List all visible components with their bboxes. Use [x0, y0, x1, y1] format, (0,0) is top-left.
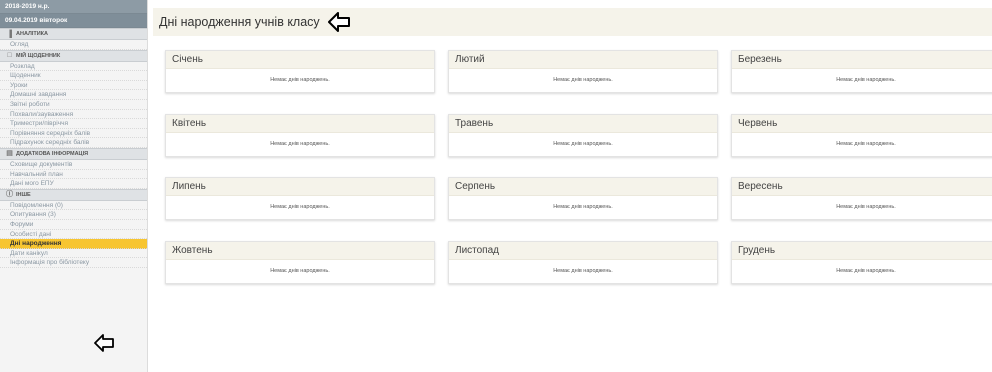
- main-content: Дні народження учнів класу Січень Немає д…: [148, 0, 992, 372]
- month-card: Березень Немає днів народжень.: [731, 50, 992, 93]
- month-card: Лютий Немає днів народжень.: [448, 50, 718, 93]
- month-title: Березень: [732, 51, 992, 69]
- month-card: Листопад Немає днів народжень.: [448, 240, 718, 284]
- empty-message: Немає днів народжень.: [270, 140, 330, 147]
- month-title: Січень: [166, 51, 434, 69]
- empty-message: Немає днів народжень.: [836, 77, 896, 83]
- sidebar-section-title: Мій щоденник: [16, 52, 61, 59]
- empty-message: Немає днів народжень.: [553, 267, 613, 274]
- sidebar-item[interactable]: Розклад: [0, 62, 147, 72]
- sidebar-section-header: ⓘ Інше: [0, 188, 147, 201]
- empty-message: Немає днів народжень.: [270, 77, 330, 83]
- sidebar-item[interactable]: Особисті дані: [0, 230, 147, 240]
- sidebar-item[interactable]: Уроки: [0, 81, 147, 91]
- sidebar-section-header: ▤ Додаткова інформація: [0, 147, 147, 160]
- month-card: Червень Немає днів народжень.: [731, 113, 992, 157]
- sidebar-item[interactable]: Звітні роботи: [0, 100, 147, 110]
- empty-message: Немає днів народжень.: [270, 204, 330, 210]
- month-title: Лютий: [449, 51, 717, 69]
- month-title: Травень: [449, 114, 717, 133]
- chart-icon: ▐: [7, 30, 12, 38]
- empty-message: Немає днів народжень.: [836, 140, 896, 147]
- school-year: 2018-2019 н.р.: [0, 0, 147, 14]
- sidebar-item[interactable]: Домашні завдання: [0, 90, 147, 100]
- sidebar-section-header: ▐ Аналітика: [0, 28, 147, 40]
- diary-icon: □: [7, 52, 12, 60]
- month-card: Травень Немає днів народжень.: [448, 113, 718, 157]
- empty-message: Немає днів народжень.: [270, 267, 330, 274]
- title-bar: Дні народження учнів класу: [153, 8, 992, 36]
- month-title: Квітень: [166, 114, 434, 133]
- sidebar-item[interactable]: Сховище документів: [0, 160, 147, 170]
- month-title: Серпень: [449, 178, 717, 196]
- sidebar-item[interactable]: Дані мого ЕПУ: [0, 179, 147, 189]
- sidebar-sections: ▐ Аналітика Огляд □ Мій щоденник Розклад Щоден…: [0, 28, 147, 268]
- arrow-pointer-icon: [327, 12, 350, 32]
- month-card: Вересень Немає днів народжень.: [731, 177, 992, 220]
- month-title: Листопад: [449, 241, 717, 260]
- sidebar: 2018-2019 н.р. 09.04.2019 вівторок ▐ Анал…: [0, 0, 148, 372]
- sidebar-item[interactable]: Похвали/зауваження: [0, 110, 147, 120]
- sidebar-item[interactable]: Дні народження: [0, 239, 147, 249]
- month-card: Квітень Немає днів народжень.: [165, 113, 435, 157]
- month-card: Жовтень Немає днів народжень.: [165, 240, 435, 284]
- month-title: Грудень: [732, 241, 992, 260]
- empty-message: Немає днів народжень.: [553, 77, 613, 83]
- sidebar-section-title: Додаткова інформація: [16, 150, 89, 157]
- arrow-pointer-icon: [94, 334, 114, 352]
- sidebar-item[interactable]: Триместри/півріччя: [0, 119, 147, 129]
- sidebar-item[interactable]: Інформація про бібліотеку: [0, 258, 147, 268]
- page-title: Дні народження учнів класу: [159, 15, 320, 29]
- month-title: Жовтень: [166, 241, 434, 260]
- sidebar-section-header: □ Мій щоденник: [0, 49, 147, 62]
- sidebar-item[interactable]: Форуми: [0, 220, 147, 230]
- sidebar-item[interactable]: Опитування (3): [0, 210, 147, 220]
- empty-message: Немає днів народжень.: [553, 140, 613, 147]
- empty-message: Немає днів народжень.: [553, 204, 613, 210]
- month-card: Грудень Немає днів народжень.: [731, 240, 992, 284]
- month-card: Серпень Немає днів народжень.: [448, 177, 718, 220]
- sidebar-item[interactable]: Порівняння середніх балів: [0, 129, 147, 139]
- month-title: Вересень: [732, 178, 992, 196]
- sidebar-section-title: Інше: [16, 191, 31, 198]
- sidebar-item[interactable]: Навчальний план: [0, 170, 147, 180]
- month-card: Січень Немає днів народжень.: [165, 50, 435, 93]
- sidebar-section-title: Аналітика: [16, 31, 49, 37]
- month-title: Липень: [166, 178, 434, 196]
- sidebar-item[interactable]: Дати канікул: [0, 249, 147, 259]
- info-icon: ⓘ: [6, 191, 13, 199]
- sidebar-item[interactable]: Повідомлення (0): [0, 201, 147, 211]
- current-date: 09.04.2019 вівторок: [0, 14, 147, 28]
- month-title: Червень: [732, 114, 992, 133]
- sidebar-item[interactable]: Огляд: [0, 40, 147, 50]
- empty-message: Немає днів народжень.: [836, 267, 896, 274]
- document-icon: ▤: [6, 150, 13, 158]
- month-card: Липень Немає днів народжень.: [165, 177, 435, 220]
- empty-message: Немає днів народжень.: [836, 204, 896, 210]
- sidebar-item[interactable]: Щоденник: [0, 71, 147, 81]
- sidebar-item[interactable]: Підрахунок середніх балів: [0, 138, 147, 148]
